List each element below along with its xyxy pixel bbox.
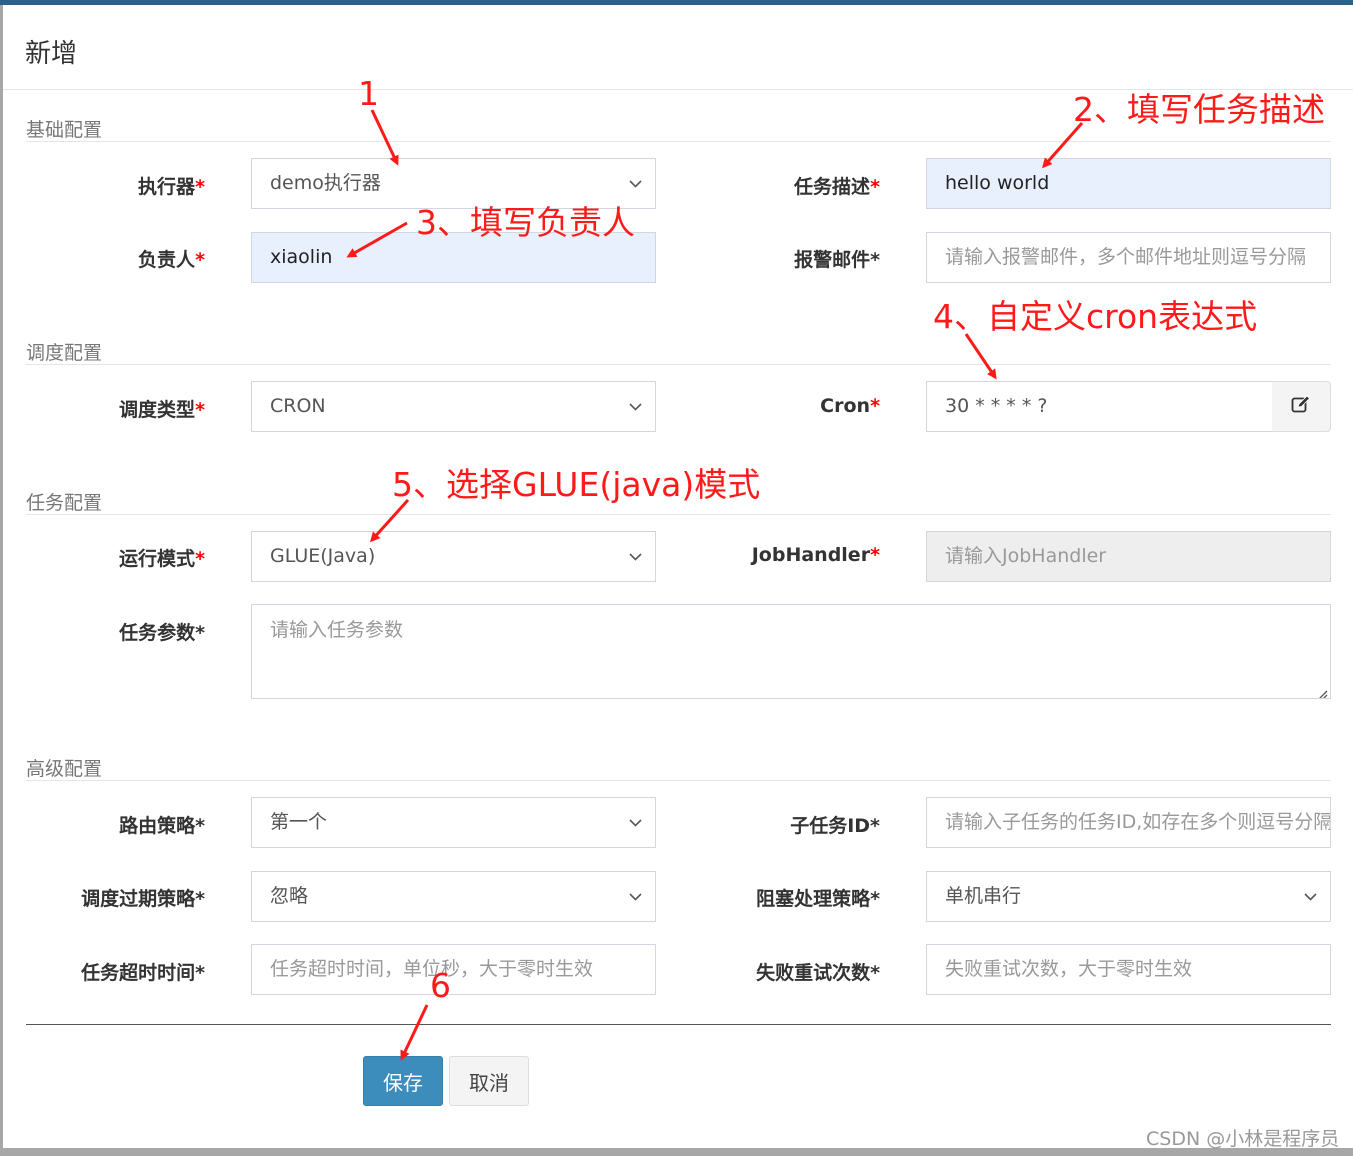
cancel-button[interactable]: 取消 (449, 1056, 529, 1106)
cron-label: Cron* (820, 395, 880, 417)
route-strategy-select[interactable]: 第一个 (251, 797, 656, 848)
glue-type-label: 运行模式* (119, 548, 205, 570)
resize-handle-icon[interactable] (1316, 684, 1328, 698)
job-handler-input[interactable]: 请输入JobHandler (926, 531, 1331, 582)
cron-edit-button[interactable] (1272, 381, 1331, 432)
timeout-input[interactable]: 任务超时时间，单位秒，大于零时生效 (251, 944, 656, 995)
section-divider (26, 364, 1331, 365)
glue-type-select[interactable]: GLUE(Java) (251, 531, 656, 582)
chevron-down-icon (629, 798, 643, 847)
chevron-down-icon (1304, 872, 1318, 921)
footer-divider (26, 1024, 1331, 1025)
section-title-advanced: 高级配置 (26, 758, 103, 780)
route-strategy-value: 第一个 (270, 811, 328, 833)
schedule-type-select[interactable]: CRON (251, 381, 656, 432)
job-desc-input[interactable]: hello world (926, 158, 1331, 209)
timeout-label: 任务超时时间* (81, 962, 205, 984)
section-divider (26, 141, 1331, 142)
section-title-task: 任务配置 (26, 492, 103, 514)
job-param-textarea[interactable]: 请输入任务参数 (251, 604, 1331, 699)
chevron-down-icon (629, 872, 643, 921)
annotation-step-1: 1 (358, 74, 379, 113)
edit-icon (1291, 395, 1311, 418)
annotation-step-5: 5、选择GLUE(java)模式 (392, 465, 761, 504)
job-handler-label: JobHandler* (751, 544, 880, 566)
misfire-strategy-label: 调度过期策略* (81, 888, 205, 910)
misfire-strategy-select[interactable]: 忽略 (251, 871, 656, 922)
alarm-email-label: 报警邮件* (794, 249, 880, 271)
section-title-schedule: 调度配置 (26, 342, 103, 364)
fail-retry-label: 失败重试次数* (756, 962, 880, 984)
section-title-basic: 基础配置 (26, 119, 103, 141)
executor-select-value: demo执行器 (270, 172, 381, 194)
job-desc-label: 任务描述* (794, 176, 880, 198)
modal-title: 新增 (25, 39, 78, 69)
executor-label: 执行器* (138, 176, 205, 198)
annotation-step-2: 2、填写任务描述 (1073, 90, 1325, 129)
cron-input[interactable]: 30 * * * * ? (926, 381, 1273, 432)
section-divider (26, 514, 1331, 515)
route-strategy-label: 路由策略* (119, 815, 205, 837)
chevron-down-icon (629, 532, 643, 581)
save-button[interactable]: 保存 (363, 1056, 443, 1106)
watermark: CSDN @小林是程序员 (1146, 1128, 1340, 1150)
glue-type-value: GLUE(Java) (270, 545, 376, 567)
chevron-down-icon (629, 382, 643, 431)
annotation-step-6: 6 (430, 966, 451, 1005)
misfire-strategy-value: 忽略 (270, 885, 309, 907)
block-strategy-value: 单机串行 (945, 885, 1022, 907)
child-job-id-input[interactable]: 请输入子任务的任务ID,如存在多个则逗号分隔 (926, 797, 1331, 848)
annotation-step-3: 3、填写负责人 (416, 203, 635, 242)
fail-retry-input[interactable]: 失败重试次数，大于零时生效 (926, 944, 1331, 995)
block-strategy-label: 阻塞处理策略* (756, 888, 880, 910)
job-param-label: 任务参数* (119, 622, 205, 644)
author-label: 负责人* (138, 249, 205, 271)
schedule-type-label: 调度类型* (119, 399, 205, 421)
child-job-id-label: 子任务ID* (790, 815, 880, 837)
block-strategy-select[interactable]: 单机串行 (926, 871, 1331, 922)
schedule-type-value: CRON (270, 395, 326, 417)
alarm-email-input[interactable]: 请输入报警邮件，多个邮件地址则逗号分隔 (926, 232, 1331, 283)
job-param-placeholder: 请输入任务参数 (270, 619, 404, 641)
annotation-step-4: 4、自定义cron表达式 (933, 297, 1258, 336)
section-divider (26, 780, 1331, 781)
modal-header: 新增 (3, 5, 1353, 90)
add-job-modal: 新增 基础配置 执行器* demo执行器 任务描述* hello world 负… (3, 5, 1353, 1148)
